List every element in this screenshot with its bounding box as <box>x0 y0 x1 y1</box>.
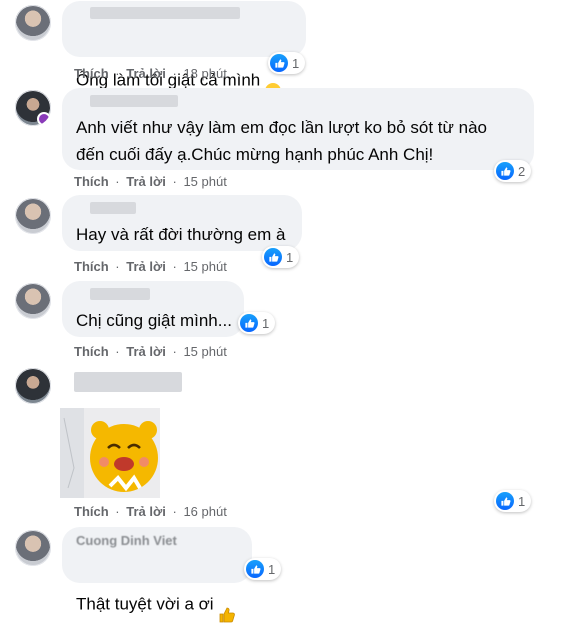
like-link[interactable]: Thích <box>74 259 109 274</box>
like-icon <box>246 560 264 578</box>
comment-actions: Thích · Trả lời · 16 phút <box>74 504 227 519</box>
reply-link[interactable]: Trả lời <box>126 504 166 519</box>
comment-bubble: Chị cũng giật mình... <box>62 281 244 337</box>
comment-text: Anh viết như vậy làm em đọc lần lượt ko … <box>76 118 487 164</box>
comment-actions: Thích · Trả lời · 18 phút <box>74 66 227 81</box>
reply-link[interactable]: Trả lời <box>126 344 166 359</box>
avatar[interactable] <box>15 530 51 566</box>
reaction-count[interactable]: 2 <box>494 160 532 182</box>
reaction-count[interactable]: 1 <box>268 52 306 74</box>
comment-actions: Thích · Trả lời · 15 phút <box>74 174 227 189</box>
reply-link[interactable]: Trả lời <box>126 66 166 81</box>
timestamp[interactable]: 15 phút <box>183 174 226 189</box>
comment-text: Thật tuyệt vời a ơi <box>76 551 236 632</box>
reaction-count[interactable]: 1 <box>238 312 276 334</box>
avatar[interactable] <box>15 368 51 404</box>
like-icon <box>240 314 258 332</box>
thumbs-up-emoji <box>218 578 236 632</box>
avatar[interactable] <box>15 5 51 41</box>
avatar[interactable] <box>15 283 51 319</box>
reaction-count[interactable]: 1 <box>244 558 282 580</box>
like-link[interactable]: Thích <box>74 344 109 359</box>
like-icon <box>496 162 514 180</box>
blurred-author-name <box>90 288 150 300</box>
reply-link[interactable]: Trả lời <box>126 259 166 274</box>
comment-actions: Thích · Trả lời · 15 phút <box>74 259 227 274</box>
like-link[interactable]: Thích <box>74 504 109 519</box>
blurred-author-name <box>90 95 178 107</box>
like-icon <box>264 248 282 266</box>
comment-actions: Thích · Trả lời · 15 phút <box>74 344 227 359</box>
like-icon <box>270 54 288 72</box>
comment-bubble: Anh viết như vậy làm em đọc lần lượt ko … <box>62 88 534 170</box>
avatar[interactable] <box>15 90 51 126</box>
blurred-author-name <box>90 7 240 19</box>
timestamp[interactable]: 15 phút <box>183 259 226 274</box>
reply-link[interactable]: Trả lời <box>126 174 166 189</box>
reaction-count[interactable]: 1 <box>494 490 532 512</box>
comment-bubble: Hay và rất đời thường em à <box>62 195 302 251</box>
like-link[interactable]: Thích <box>74 174 109 189</box>
blurred-author-name <box>74 372 182 392</box>
comment-author[interactable]: Cuong Dinh Viet <box>76 533 177 548</box>
comment-text: Chị cũng giật mình... <box>76 311 232 330</box>
like-link[interactable]: Thích <box>74 66 109 81</box>
blurred-author-name <box>90 202 136 214</box>
comment-text: Hay và rất đời thường em à <box>76 225 286 244</box>
like-icon <box>496 492 514 510</box>
comment-bubble: Ông làm tôi giật cả mình <box>62 1 306 99</box>
laughing-bear-sticker[interactable] <box>60 408 160 498</box>
reaction-count[interactable]: 1 <box>262 246 300 268</box>
avatar[interactable] <box>15 198 51 234</box>
timestamp[interactable]: 16 phút <box>183 504 226 519</box>
timestamp[interactable]: 15 phút <box>183 344 226 359</box>
timestamp[interactable]: 18 phút <box>183 66 226 81</box>
comment-bubble: Cuong Dinh Viet Thật tuyệt vời a ơi <box>62 527 252 623</box>
